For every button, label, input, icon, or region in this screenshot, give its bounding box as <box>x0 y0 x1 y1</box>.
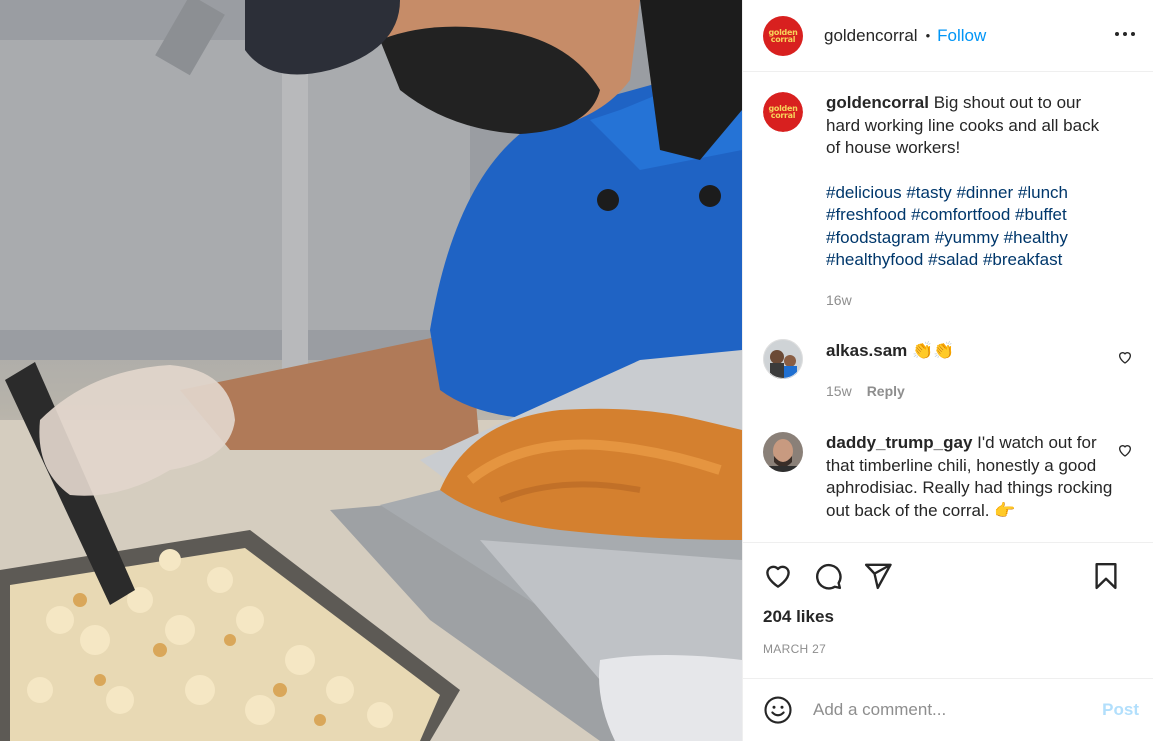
hashtag[interactable]: #freshfood <box>826 205 906 224</box>
comment-like-icon[interactable] <box>1117 349 1133 365</box>
post-caption: golden corral goldencorral Big shout out … <box>763 92 1133 311</box>
hashtag[interactable]: #comfortfood <box>911 205 1010 224</box>
post-photo[interactable] <box>0 0 742 741</box>
more-icon[interactable] <box>1113 22 1137 46</box>
logo-text-line-2: corral <box>770 34 796 44</box>
hashtag[interactable]: #yummy <box>935 228 999 247</box>
commenter-avatar[interactable] <box>763 432 803 472</box>
follow-button[interactable]: Follow <box>937 26 986 46</box>
comment-text: 👏👏 <box>912 341 955 360</box>
header-separator: • <box>925 28 931 43</box>
reply-button[interactable]: Reply <box>867 380 905 403</box>
heart-icon[interactable] <box>763 561 793 591</box>
share-icon[interactable] <box>863 561 893 591</box>
hashtag[interactable]: #buffet <box>1015 205 1067 224</box>
caption-avatar[interactable]: golden corral <box>763 92 803 132</box>
post-side-panel: golden corral goldencorral • Follow gold… <box>742 0 1153 741</box>
comment-username[interactable]: alkas.sam <box>826 341 907 360</box>
comment-age[interactable]: 15w <box>826 380 852 403</box>
hashtag[interactable]: #lunch <box>1018 183 1068 202</box>
post-actions: 204 likes MARCH 27 <box>743 542 1153 656</box>
comment-username[interactable]: daddy_trump_gay <box>826 433 972 452</box>
hashtag[interactable]: #healthy <box>1004 228 1068 247</box>
hashtag[interactable]: #dinner <box>956 183 1013 202</box>
author-avatar[interactable]: golden corral <box>763 15 803 56</box>
post-date[interactable]: MARCH 27 <box>763 642 1133 656</box>
like-count[interactable]: 204 likes <box>763 607 1133 627</box>
comment-like-icon[interactable] <box>1117 442 1133 458</box>
comment-item: alkas.sam 👏👏 15w Reply <box>763 339 1133 402</box>
post-header: golden corral goldencorral • Follow <box>743 0 1153 72</box>
commenter-avatar[interactable] <box>763 339 803 379</box>
hashtag[interactable]: #delicious <box>826 183 902 202</box>
comment-item: daddy_trump_gay I'd watch out for that t… <box>763 432 1133 522</box>
caption-age[interactable]: 16w <box>826 289 852 312</box>
post-image <box>0 0 742 741</box>
emoji-icon[interactable] <box>763 695 793 725</box>
hashtag[interactable]: #breakfast <box>983 250 1062 269</box>
comment-icon[interactable] <box>813 561 843 591</box>
post-comment-button[interactable]: Post <box>1102 700 1139 720</box>
comment-input[interactable] <box>813 700 1103 720</box>
comments-section[interactable]: golden corral goldencorral Big shout out … <box>743 72 1153 542</box>
hashtag[interactable]: #salad <box>928 250 978 269</box>
add-comment-bar: Post <box>743 678 1153 741</box>
hashtag[interactable]: #tasty <box>906 183 951 202</box>
hashtag[interactable]: #foodstagram <box>826 228 930 247</box>
hashtag-list: #delicious #tasty #dinner #lunch #freshf… <box>826 182 1116 272</box>
bookmark-icon[interactable] <box>1091 561 1121 591</box>
author-username[interactable]: goldencorral <box>824 26 918 46</box>
caption-username[interactable]: goldencorral <box>826 93 929 112</box>
hashtag[interactable]: #healthyfood <box>826 250 923 269</box>
